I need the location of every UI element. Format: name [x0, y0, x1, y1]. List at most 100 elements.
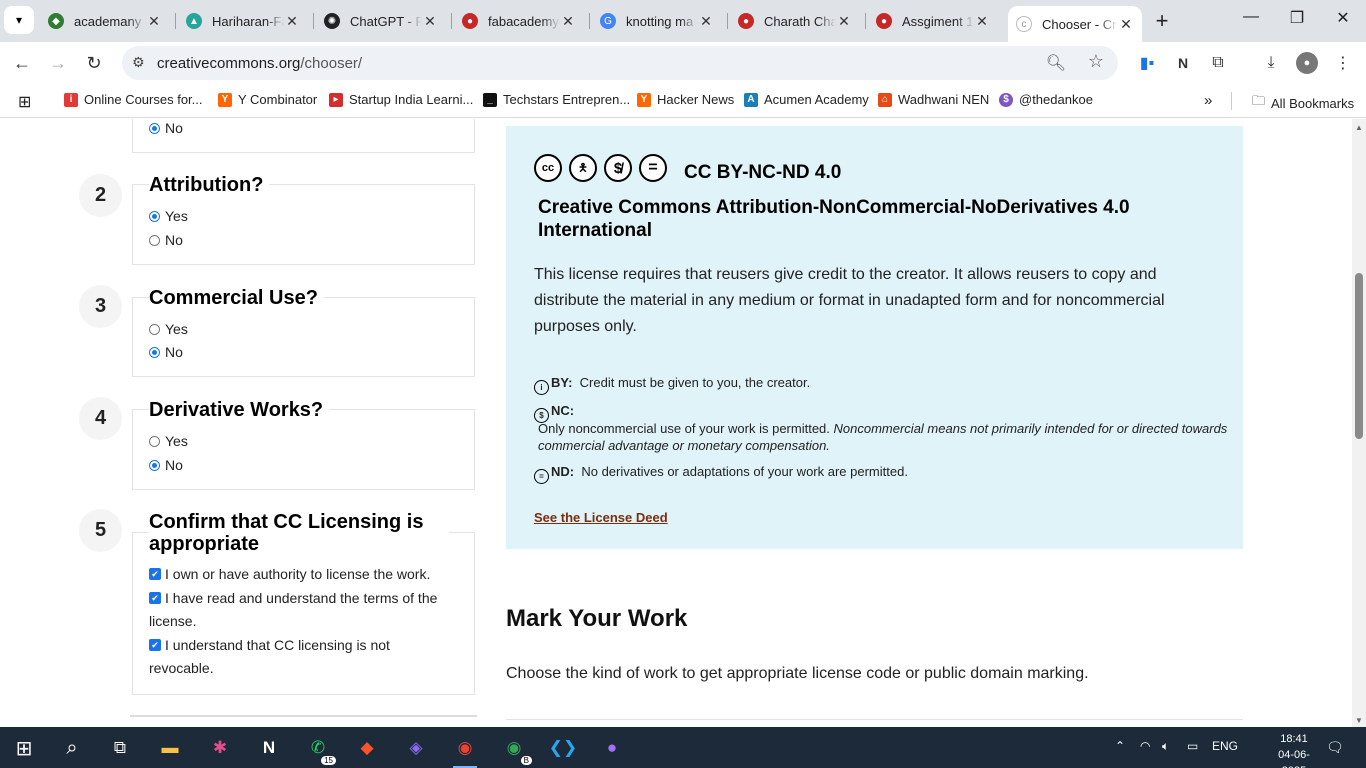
browser-tab-active[interactable]: c Chooser - Cr ✕	[1008, 6, 1142, 42]
close-icon[interactable]: ✕	[836, 13, 852, 30]
minimize-button[interactable]: —	[1228, 8, 1274, 26]
more-bookmarks-chevron-icon[interactable]: »	[1204, 92, 1212, 109]
page-scrollbar[interactable]: ▲ ▼	[1352, 119, 1366, 727]
mark-your-work-description: Choose the kind of work to get appropria…	[506, 665, 1089, 682]
file-explorer-icon[interactable]: ▬	[154, 733, 186, 763]
bookmark-item[interactable]: ▸ Startup India Learni...	[329, 92, 473, 107]
scrollbar-thumb[interactable]	[1355, 273, 1363, 439]
option-no[interactable]: No	[149, 232, 183, 248]
close-window-button[interactable]: ✕	[1320, 8, 1366, 28]
menu-kebab-icon[interactable]: ⋮	[1332, 52, 1354, 74]
tab-search-button[interactable]: ▾	[4, 6, 34, 34]
option-no[interactable]: No	[149, 457, 183, 473]
close-icon[interactable]: ✕	[560, 13, 576, 30]
radio-unselected[interactable]	[149, 435, 160, 447]
vscode-icon[interactable]: ❮❯	[547, 733, 579, 763]
browser-tab[interactable]: ◆ academany c ✕	[40, 6, 170, 36]
bookmark-item[interactable]: Y Hacker News	[637, 92, 734, 107]
zoom-icon[interactable]: 🔍︎	[1046, 53, 1066, 73]
step-number: 2	[79, 174, 122, 217]
license-deed-link[interactable]: See the License Deed	[534, 510, 668, 525]
notifications-icon[interactable]: 🗨︎	[1326, 739, 1344, 756]
option-yes[interactable]: Yes	[149, 208, 188, 224]
volume-icon[interactable]: 🔈︎	[1162, 739, 1169, 754]
profile-avatar[interactable]: ●	[1296, 52, 1318, 74]
notion-icon[interactable]: N	[253, 733, 285, 763]
brave-icon[interactable]: ◆	[351, 733, 383, 763]
browser-tab[interactable]: ✺ ChatGPT - Fa ✕	[316, 6, 446, 36]
search-icon[interactable]: ⌕	[56, 733, 88, 763]
license-icons: cc 🯅 $̸ =	[534, 154, 667, 182]
browser-toolbar: ← → ↻ ⚙ creativecommons.org/chooser/ 🔍︎ …	[0, 42, 1366, 84]
checkbox-checked[interactable]: ✔	[149, 639, 161, 651]
github-icon[interactable]: ●	[596, 733, 628, 763]
close-icon[interactable]: ✕	[698, 13, 714, 30]
site-info-icon[interactable]: ⚙	[132, 54, 145, 71]
restore-button[interactable]: ❐	[1274, 8, 1320, 28]
option-no[interactable]: No	[149, 120, 183, 136]
close-icon[interactable]: ✕	[1118, 16, 1134, 33]
close-icon[interactable]: ✕	[422, 13, 438, 30]
browser-tab[interactable]: G knotting ma ✕	[592, 6, 722, 36]
confirm-checkbox-item[interactable]: ✔ I own or have authority to license the …	[149, 566, 430, 582]
close-icon[interactable]: ✕	[974, 13, 990, 30]
radio-unselected[interactable]	[149, 323, 160, 335]
wifi-icon[interactable]: ◠	[1140, 739, 1150, 753]
chevron-up-icon[interactable]: ⌃	[1115, 739, 1125, 753]
back-button[interactable]: ←	[10, 52, 34, 76]
whatsapp-icon[interactable]: ✆ 15	[302, 733, 336, 765]
bookmark-item[interactable]: i Online Courses for...	[64, 92, 203, 107]
step-title: Confirm that CC Licensing is appropriate	[149, 511, 449, 555]
browser-tab[interactable]: ● fabacademy ✕	[454, 6, 584, 36]
radio-selected[interactable]	[149, 459, 160, 471]
browser-tab[interactable]: ● Charath Cha ✕	[730, 6, 860, 36]
noderivatives-icon: =	[639, 154, 667, 182]
notion-icon[interactable]: N	[1172, 52, 1194, 74]
apps-grid-icon[interactable]: ⊞	[18, 92, 31, 112]
radio-selected[interactable]	[149, 122, 160, 134]
app-star-icon[interactable]: ✱	[204, 733, 236, 763]
download-icon[interactable]: ⤓	[1260, 52, 1282, 74]
new-tab-button[interactable]: +	[1150, 8, 1174, 34]
scroll-up-icon[interactable]: ▲	[1355, 123, 1363, 132]
option-yes[interactable]: Yes	[149, 433, 188, 449]
wadhwani-icon: ⌂	[878, 92, 892, 107]
language-indicator[interactable]: ENG	[1212, 739, 1238, 753]
reload-button[interactable]: ↻	[82, 52, 106, 76]
option-yes[interactable]: Yes	[149, 321, 188, 337]
confirm-checkbox-item[interactable]: ✔ I understand that CC licensing is not r…	[149, 634, 409, 680]
address-bar[interactable]: ⚙ creativecommons.org/chooser/ 🔍︎ ☆	[122, 46, 1118, 80]
scroll-down-icon[interactable]: ▼	[1355, 716, 1363, 725]
chrome-icon[interactable]: ◉	[449, 733, 481, 768]
obsidian-icon[interactable]: ◈	[400, 733, 432, 763]
checkbox-checked[interactable]: ✔	[149, 568, 161, 580]
bookmark-item[interactable]: $ @thedankoe	[999, 92, 1093, 107]
task-view-icon[interactable]: ⧉	[104, 733, 136, 763]
bookmark-item[interactable]: A Acumen Academy	[744, 92, 869, 107]
extension-icon[interactable]: ▮▪	[1136, 52, 1158, 74]
bookmark-star-icon[interactable]: ☆	[1088, 51, 1104, 72]
checkbox-checked[interactable]: ✔	[149, 592, 161, 604]
clock[interactable]: 18:4104-06-2025	[1270, 731, 1318, 768]
close-icon[interactable]: ✕	[146, 13, 162, 30]
license-short-name: CC BY-NC-ND 4.0	[684, 162, 842, 183]
bookmark-item[interactable]: _ Techstars Entrepren...	[483, 92, 630, 107]
close-icon[interactable]: ✕	[284, 13, 300, 30]
windows-start-icon[interactable]: ⊞	[8, 733, 40, 763]
url-text[interactable]: creativecommons.org/chooser/	[157, 55, 362, 72]
radio-selected[interactable]	[149, 210, 160, 222]
bookmark-item[interactable]: YY Combinator	[218, 92, 317, 107]
option-no[interactable]: No	[149, 344, 183, 360]
battery-icon[interactable]: ▭	[1187, 739, 1198, 753]
radio-unselected[interactable]	[149, 234, 160, 246]
all-bookmarks-button[interactable]: 🗀 All Bookmarks	[1252, 92, 1354, 114]
bookmark-item[interactable]: ⌂ Wadhwani NEN	[878, 92, 989, 107]
extensions-puzzle-icon[interactable]: ⧉	[1207, 52, 1229, 74]
radio-selected[interactable]	[149, 346, 160, 358]
chrome-profile-icon[interactable]: ◉ B	[498, 733, 532, 765]
browser-tab[interactable]: ▲ Hariharan-Fa ✕	[178, 6, 308, 36]
browser-tab[interactable]: ● Assgiment 1 ✕	[868, 6, 998, 36]
forward-button[interactable]: →	[46, 52, 70, 76]
academany-icon: ◆	[48, 13, 64, 29]
confirm-checkbox-item[interactable]: ✔ I have read and understand the terms of…	[149, 587, 459, 633]
